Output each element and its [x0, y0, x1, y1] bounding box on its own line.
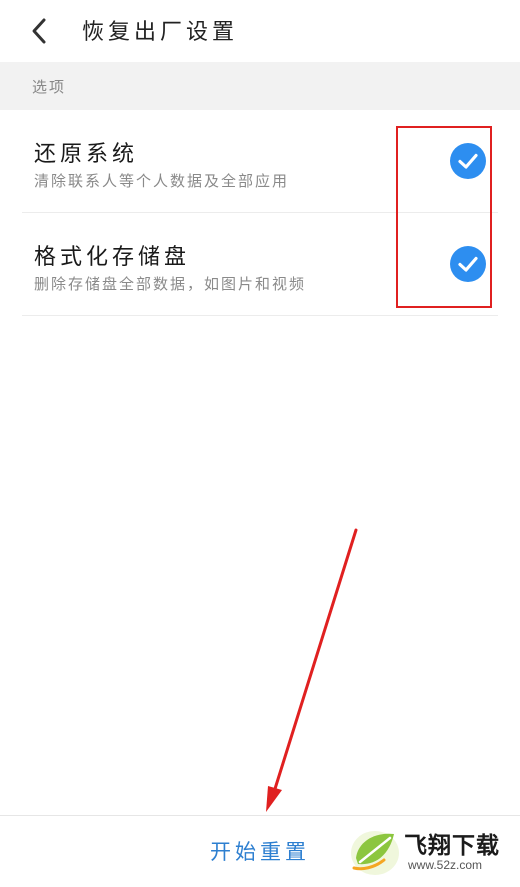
leaf-logo-icon: [351, 831, 399, 875]
option-title: 格式化存储盘: [34, 245, 191, 270]
back-button[interactable]: [20, 12, 60, 50]
options-section-header: 选项: [0, 62, 520, 110]
option-description: 删除存储盘全部数据，如图片和视频: [34, 275, 307, 293]
page-title: 恢复出厂设置: [82, 20, 239, 45]
watermark: 飞翔下载 www.52z.com: [342, 822, 518, 882]
header-bar: 恢复出厂设置: [0, 0, 520, 62]
option-description: 清除联系人等个人数据及全部应用: [34, 172, 290, 190]
annotation-highlight-box: [396, 126, 492, 308]
watermark-brand: 飞翔下载: [404, 833, 500, 859]
start-reset-button[interactable]: 开始重置: [200, 834, 320, 870]
watermark-url: www.52z.com: [408, 858, 483, 872]
start-reset-label: 开始重置: [210, 840, 310, 864]
section-label: 选项: [32, 78, 67, 96]
chevron-left-icon: [32, 18, 46, 44]
factory-reset-screen: 恢复出厂设置 选项 还原系统 清除联系人等个人数据及全部应用 格式化存储盘 删除…: [0, 0, 520, 887]
option-title: 还原系统: [34, 142, 139, 167]
